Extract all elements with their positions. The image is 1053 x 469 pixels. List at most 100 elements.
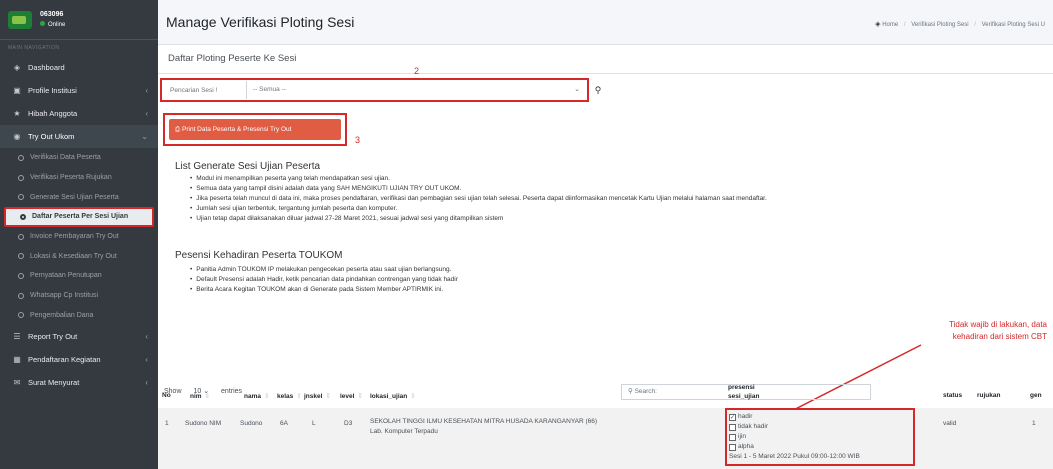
bullet-item: Modul ini menampilkan peserta yang telah… bbox=[190, 174, 767, 184]
circle-icon bbox=[18, 292, 24, 299]
page-title: Manage Verifikasi Ploting Sesi bbox=[166, 14, 355, 30]
dashboard-icon: ◈ bbox=[13, 63, 21, 72]
cell-nama: Sudono bbox=[240, 420, 263, 427]
bullseye-icon: ◉ bbox=[13, 132, 21, 141]
search-button[interactable]: ⚲ bbox=[590, 81, 606, 99]
bullet-item: Semua data yang tampil disini adalah dat… bbox=[190, 184, 767, 194]
col-header-status[interactable]: status bbox=[943, 392, 962, 399]
cell-status: valid bbox=[943, 420, 957, 427]
sidebar-item-pendaftaran[interactable]: ▦ Pendaftaran Kegiatan ‹ bbox=[0, 348, 158, 371]
list-section-title: List Generate Sesi Ujian Peserta bbox=[175, 161, 321, 172]
cell-no: 1 bbox=[165, 420, 169, 427]
cell-level: D3 bbox=[344, 420, 353, 427]
sidebar-subitem-verifikasi-rujukan[interactable]: Verifikasi Peserta Rujukan bbox=[0, 168, 158, 188]
col-header-level[interactable]: level ⇕ bbox=[340, 392, 363, 400]
sidebar-item-dashboard[interactable]: ◈ Dashboard bbox=[0, 56, 158, 79]
nav-header: MAIN NAVIGATION bbox=[8, 45, 60, 51]
breadcrumb: ◈ Home / Verifikasi Ploting Sesi / Verif… bbox=[875, 21, 1045, 28]
sidebar-item-hibah[interactable]: ★ Hibah Anggota ‹ bbox=[0, 102, 158, 125]
cell-lokasi: SEKOLAH TINGGI ILMU KESEHATAN MITRA HUSA… bbox=[370, 418, 598, 435]
sidebar-item-surat[interactable]: ✉ Surat Menyurat ‹ bbox=[0, 371, 158, 394]
presensi-option-hadir[interactable]: ✓ hadir bbox=[729, 412, 860, 422]
online-dot-icon bbox=[40, 20, 45, 26]
presensi-section-bullets: Panitia Admin TOUKOM IP melakukan pengec… bbox=[190, 265, 458, 295]
search-icon: ⚲ bbox=[594, 85, 602, 95]
col-header-jnskel[interactable]: jnskel ⇕ bbox=[304, 392, 331, 400]
checkbox-icon[interactable] bbox=[729, 433, 736, 441]
checkbox-checked-icon[interactable]: ✓ bbox=[729, 413, 736, 421]
sidebar-subitem-lokasi[interactable]: Lokasi & Kesediaan Try Out bbox=[0, 246, 158, 266]
table-row bbox=[158, 408, 1053, 469]
breadcrumb-item[interactable]: Verifikasi Ploting Sesi bbox=[911, 22, 968, 28]
bullet-item: Panitia Admin TOUKOM IP melakukan pengec… bbox=[190, 265, 458, 275]
annotation-number-3: 3 bbox=[355, 135, 361, 145]
user-id: 063096 bbox=[40, 10, 64, 18]
session-select[interactable]: -- Semua -- ⌄ bbox=[246, 81, 584, 99]
envelope-icon: ✉ bbox=[13, 378, 21, 388]
circle-icon bbox=[18, 194, 24, 201]
app-root: 063096 Online MAIN NAVIGATION ◈ Dashboard… bbox=[0, 0, 1053, 469]
cell-kelas: 6A bbox=[280, 420, 288, 427]
calendar-icon: ▦ bbox=[13, 355, 21, 365]
list-icon: ☰ bbox=[13, 332, 21, 342]
breadcrumb-home[interactable]: Home bbox=[882, 22, 898, 28]
cell-nim: Sudono NIM bbox=[185, 420, 222, 427]
sidebar-item-report[interactable]: ☰ Report Try Out ‹ bbox=[0, 325, 158, 348]
divider bbox=[158, 73, 1053, 74]
sidebar-subitem-daftar-peserta[interactable]: Daftar Peserta Per Sesi Ujian bbox=[4, 207, 154, 227]
chevron-left-icon: ‹ bbox=[145, 86, 148, 95]
sidebar-item-profile[interactable]: ▣ Profile Institusi ‹ bbox=[0, 79, 158, 102]
col-header-no[interactable]: No bbox=[162, 392, 171, 399]
chevron-down-icon: ⌄ bbox=[141, 132, 148, 141]
bullet-item: Jumlah sesi ujian terbentuk, tergantung … bbox=[190, 204, 767, 214]
col-header-lokasi[interactable]: lokasi_ujian ⇕ bbox=[370, 392, 416, 400]
col-header-rujukan[interactable]: rujukan bbox=[977, 392, 1000, 399]
chevron-left-icon: ‹ bbox=[145, 378, 148, 388]
session-search-group: Pencarian Sesi ! -- Semua -- ⌄ bbox=[160, 78, 589, 102]
breadcrumb-current: Verifikasi Ploting Sesi U bbox=[981, 22, 1045, 28]
cell-sesi: Sesi 1 - 5 Maret 2022 Pukul 09:00-12:00 … bbox=[729, 453, 860, 460]
cell-jnskel: L bbox=[312, 420, 316, 427]
sidebar-subitem-pengembalian[interactable]: Pengembalian Dana bbox=[0, 306, 158, 326]
search-icon: ⚲ bbox=[628, 388, 633, 395]
chevron-left-icon: ‹ bbox=[145, 109, 148, 118]
card-title: Daftar Ploting Peserte Ke Sesi bbox=[168, 53, 297, 64]
col-header-nim[interactable]: nim ⇕ bbox=[190, 392, 210, 400]
sidebar: 063096 Online MAIN NAVIGATION ◈ Dashboard… bbox=[0, 0, 158, 469]
presensi-option-alpha[interactable]: alpha bbox=[729, 442, 860, 452]
circle-icon bbox=[18, 253, 24, 260]
cell-presensi: ✓ hadir tidak hadir ijin alpha Sesi 1 - 5… bbox=[729, 412, 860, 462]
sidebar-subitem-whatsapp[interactable]: Whatsapp Cp Institusi bbox=[0, 286, 158, 306]
checkbox-icon[interactable] bbox=[729, 443, 736, 451]
sidebar-subitem-generate-sesi[interactable]: Generate Sesi Ujian Peserta bbox=[0, 187, 158, 207]
col-header-gen[interactable]: gen bbox=[1030, 392, 1042, 399]
dashboard-icon: ◈ bbox=[875, 21, 881, 28]
annotation-number-2: 2 bbox=[414, 66, 420, 76]
print-button[interactable]: ⎙ Print Data Peserta & Presensi Try Out bbox=[169, 119, 341, 140]
sidebar-subitem-invoice[interactable]: Invoice Pembayaran Try Out bbox=[0, 227, 158, 247]
cell-gen: 1 bbox=[1032, 420, 1036, 427]
print-highlight: ⎙ Print Data Peserta & Presensi Try Out bbox=[163, 113, 347, 146]
col-header-kelas[interactable]: kelas ⇕ bbox=[277, 392, 302, 400]
bullet-item: Jika peserta telah muncul di data ini, m… bbox=[190, 194, 767, 204]
building-icon: ▣ bbox=[13, 86, 21, 95]
presensi-option-tidak-hadir[interactable]: tidak hadir bbox=[729, 422, 860, 432]
checkbox-icon[interactable] bbox=[729, 423, 736, 431]
printer-icon: ⎙ bbox=[175, 126, 181, 133]
main-card: Daftar Ploting Peserte Ke Sesi 2 Pencari… bbox=[158, 44, 1053, 469]
sidebar-item-tryout[interactable]: ◉ Try Out Ukom ⌄ bbox=[0, 125, 158, 148]
col-header-presensi[interactable]: presensi sesi_ujian bbox=[728, 383, 759, 401]
circle-icon bbox=[18, 174, 24, 181]
col-header-nama[interactable]: nama ⇕ bbox=[244, 392, 269, 400]
annotation-note: Tidak wajib di lakukan, data kehadiran d… bbox=[949, 320, 1047, 341]
sidebar-subitem-verifikasi-data[interactable]: Verifikasi Data Peserta bbox=[0, 148, 158, 168]
user-panel[interactable]: 063096 Online bbox=[0, 0, 158, 40]
presensi-option-ijin[interactable]: ijin bbox=[729, 432, 860, 442]
bullet-item: Default Presensi adalah Hadir, ketik pen… bbox=[190, 275, 458, 285]
sidebar-subitem-pernyataan[interactable]: Pernyataan Penutupan bbox=[0, 266, 158, 286]
bullet-item: Ujian tetap dapat dilaksanakan diluar ja… bbox=[190, 214, 767, 224]
trophy-icon: ★ bbox=[13, 109, 21, 118]
presensi-section-title: Pesensi Kehadiran Peserta TOUKOM bbox=[175, 250, 343, 261]
chevron-down-icon: ⌄ bbox=[574, 86, 580, 93]
circle-icon bbox=[18, 233, 24, 240]
